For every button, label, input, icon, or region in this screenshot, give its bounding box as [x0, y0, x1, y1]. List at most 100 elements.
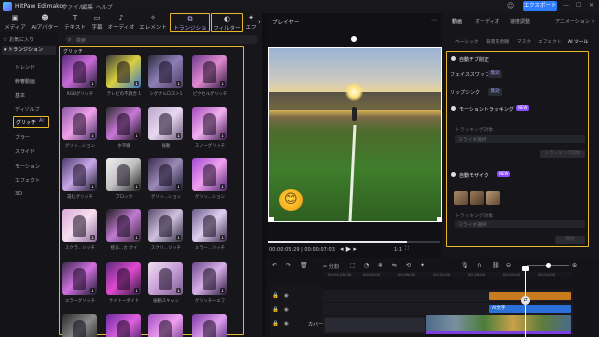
sidebar-item-glitch[interactable]: グリッチ Ai	[13, 116, 49, 128]
transition-thumbnail[interactable]: ↓	[62, 107, 97, 140]
sidebar-item-dissolve[interactable]: ディゾルブ	[15, 106, 40, 113]
download-icon[interactable]: ↓	[220, 184, 225, 189]
eye-icon[interactable]: ◉	[284, 293, 289, 299]
menu-file[interactable]: ファイル	[62, 3, 84, 11]
zoom-in-icon[interactable]: ⊕	[572, 262, 577, 269]
export-button[interactable]: エクスポート	[523, 1, 557, 11]
crop-icon[interactable]: ⬚	[350, 262, 356, 269]
tab-subtitle[interactable]: ▭ 字幕	[88, 13, 106, 32]
start-tracking-button[interactable]: トラッキング開始	[540, 150, 585, 158]
sidebar-item-trend[interactable]: トレンド	[15, 64, 35, 71]
transition-thumbnail[interactable]: ↓	[106, 262, 141, 295]
transition-thumbnail[interactable]: ↓	[62, 158, 97, 191]
transition-thumbnail[interactable]: ↓	[106, 107, 141, 140]
transition-thumbnail[interactable]: ↓	[106, 209, 141, 242]
link-icon[interactable]: ⛓	[492, 262, 500, 269]
text-clip[interactable]: AI文字	[489, 305, 571, 313]
prev-frame-icon[interactable]: ◂	[340, 245, 344, 253]
transition-thumbnail[interactable]: ↓	[192, 107, 227, 140]
download-icon[interactable]: ↓	[134, 133, 139, 138]
download-icon[interactable]: ↓	[220, 288, 225, 293]
lock-icon[interactable]: 🔒	[272, 293, 279, 299]
download-icon[interactable]: ↓	[220, 235, 225, 240]
download-icon[interactable]: ↓	[176, 133, 181, 138]
face-thumb[interactable]	[454, 191, 468, 205]
more-icon[interactable]: ⋯	[431, 17, 437, 24]
transition-thumbnail[interactable]: ↓	[148, 314, 183, 337]
download-icon[interactable]: ↓	[134, 235, 139, 240]
transition-thumbnail[interactable]: ↓	[148, 158, 183, 191]
subtab-basic[interactable]: ベーシック	[455, 39, 478, 45]
sidebar-item-blur[interactable]: ブラー	[15, 134, 30, 141]
speed-icon[interactable]: ◔	[364, 262, 369, 269]
mic-icon[interactable]: 🎙	[461, 262, 469, 269]
auto-cut-toggle[interactable]	[451, 56, 456, 61]
transition-thumbnail[interactable]: ↓	[106, 55, 141, 88]
chevron-right-icon[interactable]: ›	[258, 18, 261, 26]
sidebar-item-transition[interactable]: ▾ トランジション	[2, 46, 56, 55]
download-icon[interactable]: ↓	[176, 288, 181, 293]
reverse-icon[interactable]: ⟲	[406, 262, 411, 269]
account-icon[interactable]: ☺	[507, 2, 514, 10]
download-icon[interactable]: ↓	[90, 288, 95, 293]
transition-thumbnail[interactable]: ↓	[192, 158, 227, 191]
next-frame-icon[interactable]: ▸	[353, 245, 357, 253]
search-input[interactable]	[65, 35, 258, 44]
rotate-handle-icon[interactable]	[351, 36, 357, 42]
sticker-clip[interactable]	[489, 292, 571, 300]
face-thumb[interactable]	[486, 191, 500, 205]
emoji-sticker[interactable]: 😊	[279, 189, 303, 211]
download-icon[interactable]: ↓	[220, 133, 225, 138]
auto-mosaic-toggle[interactable]	[451, 172, 456, 177]
menu-edit[interactable]: 編集	[82, 3, 93, 11]
lock-icon[interactable]: 🔒	[272, 321, 279, 327]
subtab-effect[interactable]: エフェクト	[538, 39, 561, 45]
face-swap-button[interactable]: 無効	[488, 70, 502, 78]
mirror-icon[interactable]: ⇋	[392, 262, 397, 269]
transition-thumbnail[interactable]: ↓	[62, 314, 97, 337]
redo-icon[interactable]: ↷	[286, 262, 291, 269]
sidebar-item-basic[interactable]: 基本	[15, 92, 25, 99]
download-icon[interactable]: ↓	[176, 81, 181, 86]
tab-media[interactable]: ▣ メディア	[2, 13, 28, 32]
undo-icon[interactable]: ↶	[272, 262, 277, 269]
lip-sync-button[interactable]: 無効	[488, 88, 502, 96]
maximize-icon[interactable]: ☐	[576, 2, 581, 9]
download-icon[interactable]: ↓	[176, 184, 181, 189]
transition-thumbnail[interactable]: ↓	[62, 55, 97, 88]
download-icon[interactable]: ↓	[176, 235, 181, 240]
transition-thumbnail[interactable]: ↓	[106, 314, 141, 337]
subtab-ai-tools[interactable]: AI ツール	[568, 39, 588, 45]
motion-tracking-toggle[interactable]	[451, 106, 456, 111]
tab-transition[interactable]: ⧉トランジション	[170, 13, 210, 40]
eye-icon[interactable]: ◉	[284, 307, 289, 313]
tab-audio[interactable]: ♪ オーディオ	[106, 13, 136, 32]
transition-drop-icon[interactable]: ⇄	[521, 296, 530, 305]
transition-thumbnail[interactable]: ↓	[192, 209, 227, 242]
delete-icon[interactable]: 🗑	[300, 262, 308, 269]
transition-thumbnail[interactable]: ↓	[192, 262, 227, 295]
chevron-right-icon[interactable]: ›	[592, 18, 594, 25]
video-clip-empty[interactable]	[325, 318, 425, 332]
tab-filter[interactable]: ◐ フィルター	[211, 13, 243, 32]
tab-element[interactable]: ✧ エレメント	[137, 13, 169, 32]
playhead-handle-icon[interactable]	[522, 266, 529, 271]
transition-thumbnail[interactable]: ↓	[148, 209, 183, 242]
sidebar-item-effect[interactable]: エフェクト	[15, 177, 40, 184]
download-icon[interactable]: ↓	[134, 184, 139, 189]
zoom-out-icon[interactable]: ⊖	[506, 262, 511, 269]
play-icon[interactable]: ▶	[346, 245, 351, 253]
lock-icon[interactable]: 🔒	[272, 307, 279, 313]
sidebar-item-motion[interactable]: モーション	[15, 163, 40, 170]
subtab-remove-bg[interactable]: 背景を削除	[486, 39, 509, 45]
download-icon[interactable]: ↓	[220, 81, 225, 86]
tab-video[interactable]: 動画	[452, 18, 462, 25]
face-thumb[interactable]	[470, 191, 484, 205]
download-icon[interactable]: ↓	[90, 133, 95, 138]
freeze-icon[interactable]: ❄	[378, 262, 383, 269]
subtab-mask[interactable]: マスク	[517, 39, 531, 45]
tab-audio-props[interactable]: オーディオ	[475, 18, 500, 25]
transition-thumbnail[interactable]: ↓	[148, 55, 183, 88]
tab-effect[interactable]: ✦ エフ	[244, 13, 258, 32]
transition-thumbnail[interactable]: ↓	[148, 262, 183, 295]
